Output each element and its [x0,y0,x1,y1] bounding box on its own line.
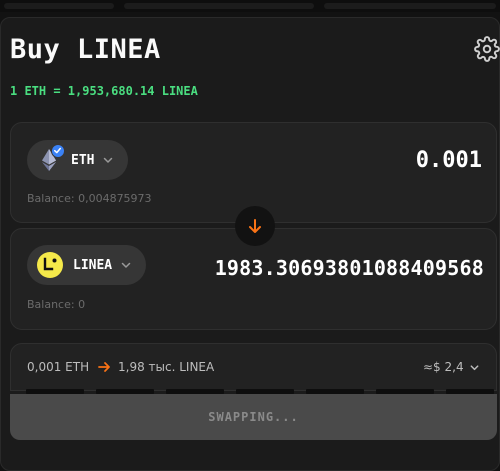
sell-balance: Balance: 0,004875973 [27,192,152,205]
buy-token-symbol: LINEA [73,257,113,273]
buy-balance: Balance: 0 [27,298,86,311]
page-title: Buy LINEA [10,34,161,65]
eth-icon [37,144,65,172]
settings-gear-icon[interactable] [474,36,500,62]
verified-badge-icon [51,144,65,158]
chevron-down-icon [121,262,131,268]
buy-token-selector[interactable]: LINEA [27,245,147,285]
sell-token-symbol: ETH [71,152,95,168]
sell-amount-input[interactable]: 0.001 [416,148,482,173]
route-to: 1,98 тыс. LINEA [118,360,215,374]
arrow-down-icon [249,219,261,233]
swap-button[interactable]: SWAPPING... [10,394,497,440]
sell-token-selector[interactable]: ETH [27,140,129,180]
linea-icon [37,252,63,278]
route-from: 0,001 ETH [27,360,90,374]
route-summary[interactable]: 0,001 ETH 1,98 тыс. LINEA ≈$ 2,4 [10,343,497,391]
chevron-down-icon [470,365,479,371]
buy-amount-output: 1983.3069380108840956​8 [214,256,484,280]
exchange-rate: 1 ETH = 1,953,680.14 LINEA [10,84,198,98]
chevron-down-icon [104,157,113,163]
top-strip [0,0,500,12]
route-usd-value: ≈$ 2,4 [423,360,464,374]
swap-direction-button[interactable] [235,206,275,246]
arrow-right-icon [98,362,110,372]
